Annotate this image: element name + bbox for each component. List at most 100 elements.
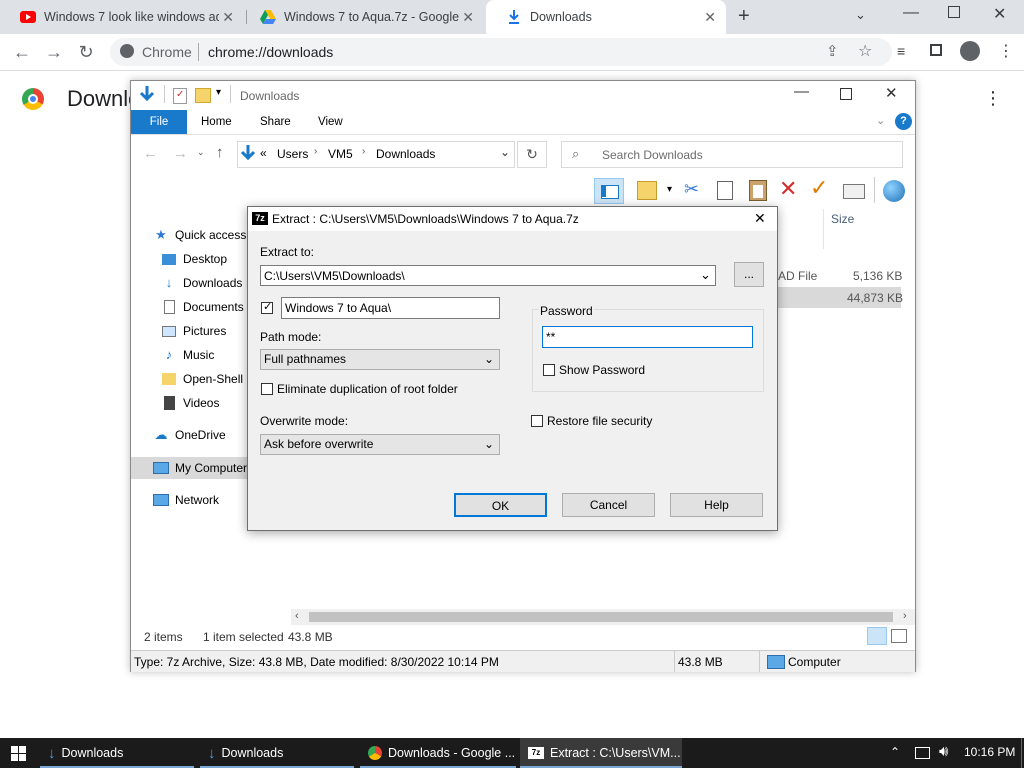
show-password-checkbox[interactable]: [543, 364, 555, 376]
dropdown-icon[interactable]: ▾: [667, 184, 672, 195]
page-menu-icon[interactable]: ⋮: [984, 88, 1002, 109]
nav-item-open-shell[interactable]: Open-Shell M: [161, 368, 256, 390]
nav-item-pictures[interactable]: Pictures: [161, 320, 226, 342]
delete-icon[interactable]: ✕: [779, 176, 797, 202]
tab-downloads[interactable]: Downloads ✕: [486, 0, 726, 34]
tab-search-button[interactable]: ⌄: [855, 7, 866, 23]
back-button[interactable]: ←: [143, 145, 158, 162]
eliminate-duplication-checkbox[interactable]: [261, 383, 273, 395]
nav-item-documents[interactable]: Documents: [161, 296, 244, 318]
breadcrumb-downloads[interactable]: Downloads: [376, 147, 435, 161]
nav-item-network[interactable]: Network: [153, 489, 219, 511]
ribbon-expand-icon[interactable]: ⌄: [876, 114, 885, 127]
scroll-left-icon[interactable]: ‹: [295, 610, 299, 622]
taskbar-item-downloads[interactable]: ↓ Downloads: [40, 738, 194, 768]
globe-icon[interactable]: [883, 180, 905, 202]
nav-item-music[interactable]: ♪ Music: [161, 344, 215, 366]
details-view-icon[interactable]: [867, 627, 887, 645]
rename-icon[interactable]: [843, 184, 865, 199]
up-button[interactable]: ↑: [216, 144, 224, 161]
copy-icon[interactable]: [717, 181, 733, 200]
new-folder-icon[interactable]: [195, 88, 211, 103]
close-window-button[interactable]: ✕: [885, 84, 898, 102]
address-bar[interactable]: « Users › VM5 › Downloads ⌄: [237, 141, 515, 168]
nav-item-onedrive[interactable]: ☁ OneDrive: [153, 424, 226, 446]
clock[interactable]: 10:16 PM: [964, 745, 1015, 759]
column-header-size[interactable]: Size: [831, 212, 854, 226]
windows-start-icon[interactable]: [11, 746, 26, 761]
horizontal-scrollbar[interactable]: ‹ ›: [291, 609, 915, 625]
tab-view[interactable]: View: [318, 110, 343, 134]
quick-access-dropdown-icon[interactable]: ▾: [216, 87, 221, 98]
properties-icon[interactable]: ✓: [173, 88, 187, 104]
volume-icon[interactable]: 🔊︎: [939, 743, 948, 760]
reload-button[interactable]: ↻: [76, 42, 96, 63]
nav-item-my-computer[interactable]: My Computer: [153, 457, 247, 479]
close-icon[interactable]: ✕: [704, 9, 716, 26]
restore-security-label[interactable]: Restore file security: [547, 414, 652, 428]
restore-security-checkbox[interactable]: [531, 415, 543, 427]
taskbar-item-chrome[interactable]: Downloads - Google ...: [360, 738, 516, 768]
ok-button[interactable]: OK: [454, 493, 547, 517]
nav-item-downloads[interactable]: ↓ Downloads: [161, 272, 243, 294]
scrollbar-thumb[interactable]: [309, 612, 893, 622]
restore-button[interactable]: [948, 6, 960, 18]
search-input[interactable]: ⌕ Search Downloads: [561, 141, 903, 168]
path-mode-select[interactable]: Full pathnames ⌄: [260, 349, 500, 370]
refresh-button[interactable]: ↻: [517, 141, 547, 168]
tab-youtube[interactable]: Windows 7 look like windows aq ✕: [0, 0, 244, 34]
new-tab-button[interactable]: +: [738, 5, 750, 28]
minimize-button[interactable]: —: [794, 83, 809, 100]
address-dropdown-icon[interactable]: ⌄: [500, 145, 510, 159]
password-input[interactable]: **: [542, 326, 753, 348]
chevron-right-icon[interactable]: ›: [314, 146, 317, 157]
forward-button[interactable]: →: [173, 145, 188, 162]
eliminate-duplication-label[interactable]: Eliminate duplication of root folder: [277, 382, 458, 396]
share-icon[interactable]: ⇪: [826, 42, 839, 60]
help-button[interactable]: Help: [670, 493, 763, 517]
close-window-button[interactable]: ✕: [993, 4, 1006, 24]
large-icons-view-icon[interactable]: [891, 629, 907, 643]
tab-file[interactable]: File: [131, 110, 187, 134]
star-icon[interactable]: ☆: [858, 41, 872, 61]
paste-icon[interactable]: [749, 180, 767, 201]
maximize-button[interactable]: [840, 88, 852, 100]
profile-avatar[interactable]: [960, 41, 980, 61]
recent-locations-icon[interactable]: ⌄: [197, 147, 205, 158]
cut-icon[interactable]: ✂: [684, 179, 699, 200]
nav-item-desktop[interactable]: Desktop: [161, 248, 227, 270]
breadcrumb-vm5[interactable]: VM5: [328, 147, 353, 161]
show-desktop-button[interactable]: [1021, 738, 1022, 768]
breadcrumb-prefix[interactable]: «: [260, 146, 267, 160]
properties-check-icon[interactable]: ✓: [810, 175, 828, 201]
nav-pane-toggle[interactable]: [594, 178, 624, 204]
network-icon[interactable]: [915, 747, 930, 759]
taskbar-item-7zip[interactable]: 7z Extract : C:\Users\VM...: [520, 738, 682, 768]
extract-to-combo[interactable]: C:\Users\VM5\Downloads\ ⌄: [260, 265, 716, 286]
taskbar-item-downloads-2[interactable]: ↓ Downloads: [200, 738, 354, 768]
side-panel-icon[interactable]: [930, 44, 942, 56]
menu-icon[interactable]: ⋮: [998, 41, 1014, 61]
scroll-right-icon[interactable]: ›: [903, 610, 907, 622]
close-dialog-button[interactable]: ✕: [754, 210, 766, 227]
chevron-up-icon[interactable]: ⌃: [890, 745, 900, 759]
back-button[interactable]: ←: [12, 42, 32, 63]
chevron-right-icon[interactable]: ›: [362, 146, 365, 157]
omnibox[interactable]: Chrome chrome://downloads ⇪ ☆: [110, 38, 892, 66]
forward-button[interactable]: →: [44, 42, 64, 63]
cancel-button[interactable]: Cancel: [562, 493, 655, 517]
nav-item-quick-access[interactable]: ★ Quick access: [153, 224, 246, 246]
overwrite-mode-select[interactable]: Ask before overwrite ⌄: [260, 434, 500, 455]
tab-home[interactable]: Home: [201, 110, 232, 134]
subfolder-input[interactable]: Windows 7 to Aqua\: [281, 297, 500, 319]
subfolder-checkbox[interactable]: ✓: [261, 301, 273, 314]
breadcrumb-users[interactable]: Users: [277, 147, 308, 161]
close-icon[interactable]: ✕: [222, 9, 234, 26]
chevron-down-icon[interactable]: ⌄: [700, 267, 711, 283]
show-password-label[interactable]: Show Password: [559, 363, 645, 377]
folder-options-icon[interactable]: [637, 181, 657, 200]
tab-google-drive[interactable]: Windows 7 to Aqua.7z - Google D ✕: [240, 0, 484, 34]
nav-item-videos[interactable]: Videos: [161, 392, 219, 414]
browse-button[interactable]: ...: [734, 262, 764, 287]
help-icon[interactable]: ?: [895, 113, 912, 130]
